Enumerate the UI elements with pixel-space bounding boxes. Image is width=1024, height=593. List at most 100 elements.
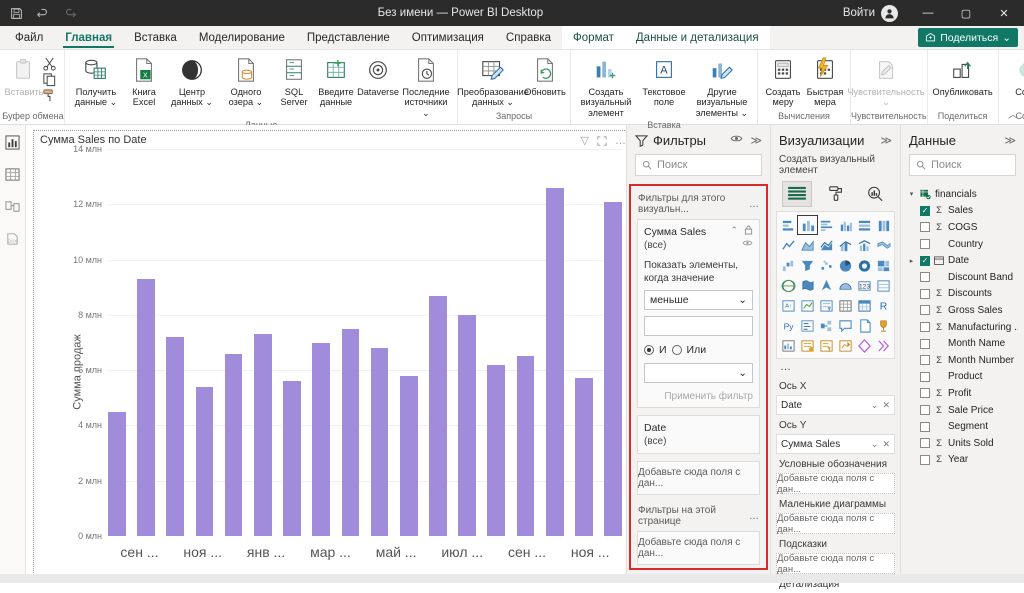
- bar[interactable]: [604, 201, 622, 536]
- redo-icon[interactable]: [62, 5, 78, 21]
- chevron-down-icon[interactable]: ⌄: [871, 400, 879, 411]
- bar[interactable]: [458, 314, 476, 536]
- enter-data-button[interactable]: Введите данные: [315, 53, 357, 110]
- field-checkbox[interactable]: [920, 288, 930, 299]
- multi-row-card-visual[interactable]: A↑: [779, 296, 798, 314]
- data-field-row[interactable]: Segment: [907, 418, 1018, 435]
- well-chip-y-axis[interactable]: Сумма Sales ⌄ ✕: [776, 434, 895, 454]
- hide-filter-eye-icon[interactable]: [742, 239, 753, 247]
- dataverse-button[interactable]: Dataverse: [357, 53, 399, 99]
- new-measure-button[interactable]: Создать меру: [762, 53, 804, 110]
- onelake-button[interactable]: Одного озера ⌄: [219, 53, 273, 110]
- bar[interactable]: [370, 348, 389, 536]
- stacked-area-chart[interactable]: [817, 236, 836, 254]
- dax-query-icon[interactable]: DAX: [4, 229, 22, 247]
- lock-icon[interactable]: [744, 225, 753, 236]
- account-avatar-icon[interactable]: [881, 4, 898, 22]
- build-visual-icon[interactable]: [781, 181, 812, 207]
- bar[interactable]: [341, 328, 360, 536]
- waterfall-chart[interactable]: [779, 256, 798, 274]
- field-checkbox[interactable]: [920, 338, 930, 349]
- tab-view[interactable]: Представление: [296, 26, 401, 49]
- filter-operator-select[interactable]: меньше ⌄: [644, 289, 753, 310]
- new-visual-button[interactable]: Создать визуальный элемент: [575, 53, 637, 120]
- bar[interactable]: [487, 364, 506, 536]
- field-checkbox[interactable]: [920, 438, 930, 449]
- data-hub-button[interactable]: Центр данных ⌄: [165, 53, 219, 110]
- kpi-visual[interactable]: [798, 296, 817, 314]
- well-chip-x-axis[interactable]: Date ⌄ ✕: [776, 395, 895, 415]
- tab-format[interactable]: Формат: [562, 26, 625, 49]
- bar[interactable]: [166, 336, 185, 536]
- scatter-chart[interactable]: [817, 256, 836, 274]
- clustered-bar-chart[interactable]: [817, 216, 836, 234]
- funnel-chart[interactable]: [798, 256, 817, 274]
- field-checkbox[interactable]: [920, 405, 930, 416]
- bar[interactable]: [224, 353, 243, 536]
- more-options-icon[interactable]: …: [615, 135, 626, 147]
- data-field-row[interactable]: Discount Band: [907, 269, 1018, 286]
- field-checkbox[interactable]: [920, 371, 930, 382]
- collapse-ribbon-icon[interactable]: ︿: [1008, 106, 1018, 121]
- gauge-visual[interactable]: 123: [855, 276, 874, 294]
- decomposition-tree-visual[interactable]: [817, 316, 836, 334]
- bar[interactable]: [312, 342, 331, 536]
- remove-field-icon[interactable]: ✕: [882, 400, 890, 411]
- data-field-row[interactable]: Σ Sale Price: [907, 402, 1018, 419]
- power-apps-visual[interactable]: [798, 336, 817, 354]
- field-checkbox[interactable]: [920, 272, 930, 283]
- data-field-row[interactable]: ▸ ✓ Date: [907, 252, 1018, 269]
- magnifier-chart-icon[interactable]: [860, 181, 890, 207]
- table-node-financials[interactable]: ▾ financials: [907, 186, 1018, 203]
- 100-stacked-column-chart[interactable]: [874, 216, 893, 234]
- share-button[interactable]: Поделиться ⌄: [918, 28, 1018, 47]
- copy-icon[interactable]: [42, 72, 57, 87]
- filter-card-sales[interactable]: Сумма Sales (все) ⌃ Показать элементы, к…: [637, 219, 760, 408]
- pie-chart[interactable]: [836, 256, 855, 274]
- field-checkbox[interactable]: [920, 388, 930, 399]
- filter-card-date[interactable]: Date (все): [637, 414, 760, 455]
- python-visual[interactable]: Py: [779, 316, 798, 334]
- line-chart[interactable]: [779, 236, 798, 254]
- azure-map-visual[interactable]: [836, 276, 855, 294]
- sign-in-label[interactable]: Войти: [843, 7, 879, 19]
- clustered-column-chart[interactable]: [836, 216, 855, 234]
- matrix-visual[interactable]: [855, 296, 874, 314]
- sparkline-visual[interactable]: [874, 336, 893, 354]
- field-checkbox[interactable]: [920, 305, 930, 316]
- tab-insert[interactable]: Вставка: [123, 26, 188, 49]
- map-visual[interactable]: [779, 276, 798, 294]
- page-filters-more-icon[interactable]: …: [749, 511, 759, 522]
- chevron-down-icon[interactable]: ▾: [907, 190, 916, 198]
- data-field-row[interactable]: ✓ Σ Sales: [907, 203, 1018, 220]
- ribbon-chart[interactable]: [874, 236, 893, 254]
- tab-optimize[interactable]: Оптимизация: [401, 26, 495, 49]
- filter-second-operator-select[interactable]: ⌄: [644, 362, 753, 383]
- r-script-visual[interactable]: R: [874, 296, 893, 314]
- tab-data-drill[interactable]: Данные и детализация: [624, 26, 770, 49]
- bar[interactable]: [108, 411, 126, 536]
- page-filters-dropzone[interactable]: Добавьте сюда поля с дан...: [637, 531, 760, 566]
- donut-chart[interactable]: [855, 256, 874, 274]
- remove-field-icon[interactable]: ✕: [882, 439, 890, 450]
- table-grid-icon[interactable]: [4, 165, 22, 183]
- undo-icon[interactable]: [35, 5, 51, 21]
- data-field-row[interactable]: Σ Discounts: [907, 286, 1018, 303]
- metrics-visual[interactable]: [874, 316, 893, 334]
- bar[interactable]: [399, 375, 418, 536]
- chevron-up-icon[interactable]: ⌃: [730, 225, 738, 236]
- data-field-row[interactable]: Country: [907, 236, 1018, 253]
- field-checkbox[interactable]: [920, 355, 930, 366]
- field-checkbox[interactable]: [920, 322, 930, 333]
- tab-home[interactable]: Главная: [54, 26, 123, 49]
- tab-modeling[interactable]: Моделирование: [188, 26, 296, 49]
- bar[interactable]: [575, 378, 593, 536]
- card-visual[interactable]: [874, 276, 893, 294]
- model-relationship-icon[interactable]: [4, 197, 22, 215]
- chevrons-right-icon[interactable]: ≫: [1004, 134, 1016, 147]
- format-painter-icon[interactable]: [42, 88, 57, 103]
- chiclet-slicer-visual[interactable]: [855, 336, 874, 354]
- bar[interactable]: [195, 386, 214, 536]
- refresh-button[interactable]: Обновить: [524, 53, 566, 99]
- transform-data-button[interactable]: Преобразование данных ⌄: [457, 53, 529, 110]
